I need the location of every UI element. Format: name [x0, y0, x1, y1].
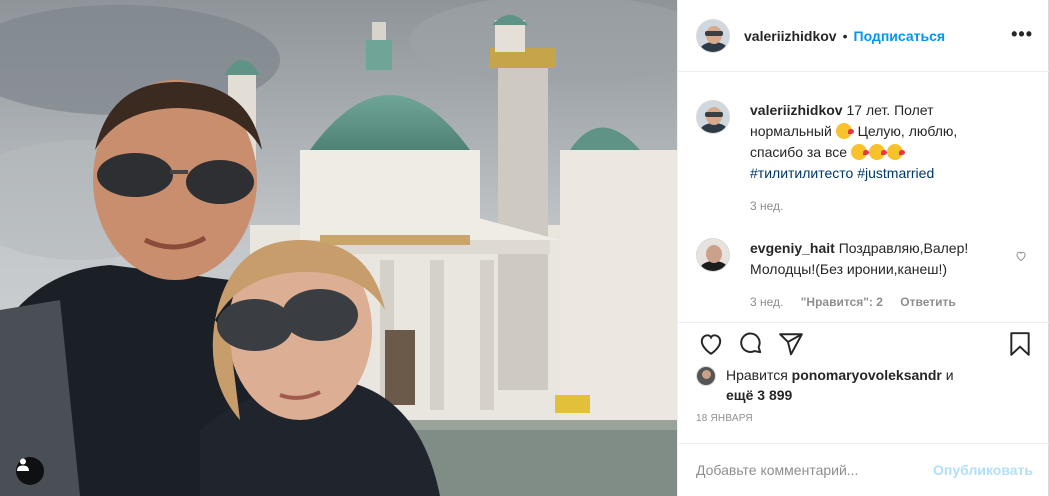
comment-input[interactable] [696, 462, 934, 478]
instagram-post: valeriizhidkov • Подписаться ••• valerii… [0, 0, 1049, 496]
likes-summary: Нравится ponomaryovoleksandr и ещё 3 899 [696, 365, 1006, 405]
post-photo[interactable] [0, 0, 677, 496]
caption-meta: 3 нед. [750, 196, 1010, 217]
liker-avatar[interactable] [696, 366, 716, 386]
reply-button[interactable]: Ответить [900, 295, 955, 309]
hashtag-link[interactable]: #тилитилитесто [750, 165, 853, 181]
caption-body: valeriizhidkov 17 лет. Полет нормальный … [750, 100, 1010, 217]
action-icons [696, 329, 806, 359]
kiss-emoji-icon [868, 144, 887, 160]
kiss-emoji-icon [835, 123, 854, 139]
caption: valeriizhidkov 17 лет. Полет нормальный … [696, 100, 1010, 217]
comment-heart-icon[interactable] [1015, 250, 1027, 262]
author-username[interactable]: valeriizhidkov [744, 28, 837, 44]
user-tag-icon [17, 458, 29, 471]
post-actions: Нравится ponomaryovoleksandr и ещё 3 899… [678, 322, 1049, 442]
add-comment-bar: Опубликовать [678, 443, 1049, 496]
post-date[interactable]: 18 ЯНВАРЯ [696, 413, 753, 424]
likes-text: Нравится ponomaryovoleksandr и ещё 3 899 [726, 365, 1006, 405]
publish-button[interactable]: Опубликовать [933, 462, 1033, 478]
save-button[interactable] [1005, 329, 1035, 359]
comment-icon [740, 332, 762, 354]
comments-list[interactable]: valeriizhidkov 17 лет. Полет нормальный … [678, 72, 1049, 322]
share-button[interactable] [776, 329, 806, 359]
comment-username[interactable]: evgeniy_hait [750, 240, 835, 256]
comment-button[interactable] [736, 329, 766, 359]
kiss-emoji-icon [886, 144, 905, 160]
hashtag-link[interactable]: #justmarried [857, 165, 934, 181]
caption-avatar[interactable] [696, 100, 730, 134]
caption-username[interactable]: valeriizhidkov [750, 102, 843, 118]
liker-username[interactable]: ponomaryovoleksandr [792, 367, 942, 383]
comment-likes[interactable]: "Нравится": 2 [801, 295, 883, 309]
comment-time[interactable]: 3 нед. [750, 295, 783, 309]
author-avatar[interactable] [696, 18, 730, 53]
more-icon[interactable]: ••• [1011, 24, 1033, 45]
likes-prefix: Нравится [726, 367, 788, 383]
selfie-image [0, 0, 677, 496]
user-tag-button[interactable] [16, 457, 44, 485]
likes-connector: и [945, 367, 954, 383]
post-sidebar: valeriizhidkov • Подписаться ••• valerii… [677, 0, 1049, 496]
share-icon [779, 333, 803, 356]
caption-time[interactable]: 3 нед. [750, 199, 783, 213]
heart-icon [700, 334, 722, 355]
comment-meta: 3 нед. "Нравится": 2 Ответить [750, 292, 1010, 313]
post-header: valeriizhidkov • Подписаться ••• [678, 0, 1049, 72]
comment-body: evgeniy_hait Поздравляю,Валер! Молодцы!(… [750, 238, 1010, 313]
likes-count[interactable]: ещё 3 899 [726, 387, 792, 403]
commenter-avatar[interactable] [696, 238, 730, 272]
like-button[interactable] [696, 329, 726, 359]
kiss-emoji-icon [850, 144, 869, 160]
follow-button[interactable]: Подписаться [854, 28, 946, 44]
bookmark-icon [1010, 332, 1030, 356]
header-separator: • [842, 27, 848, 44]
comment-item: evgeniy_hait Поздравляю,Валер! Молодцы!(… [696, 238, 1010, 313]
